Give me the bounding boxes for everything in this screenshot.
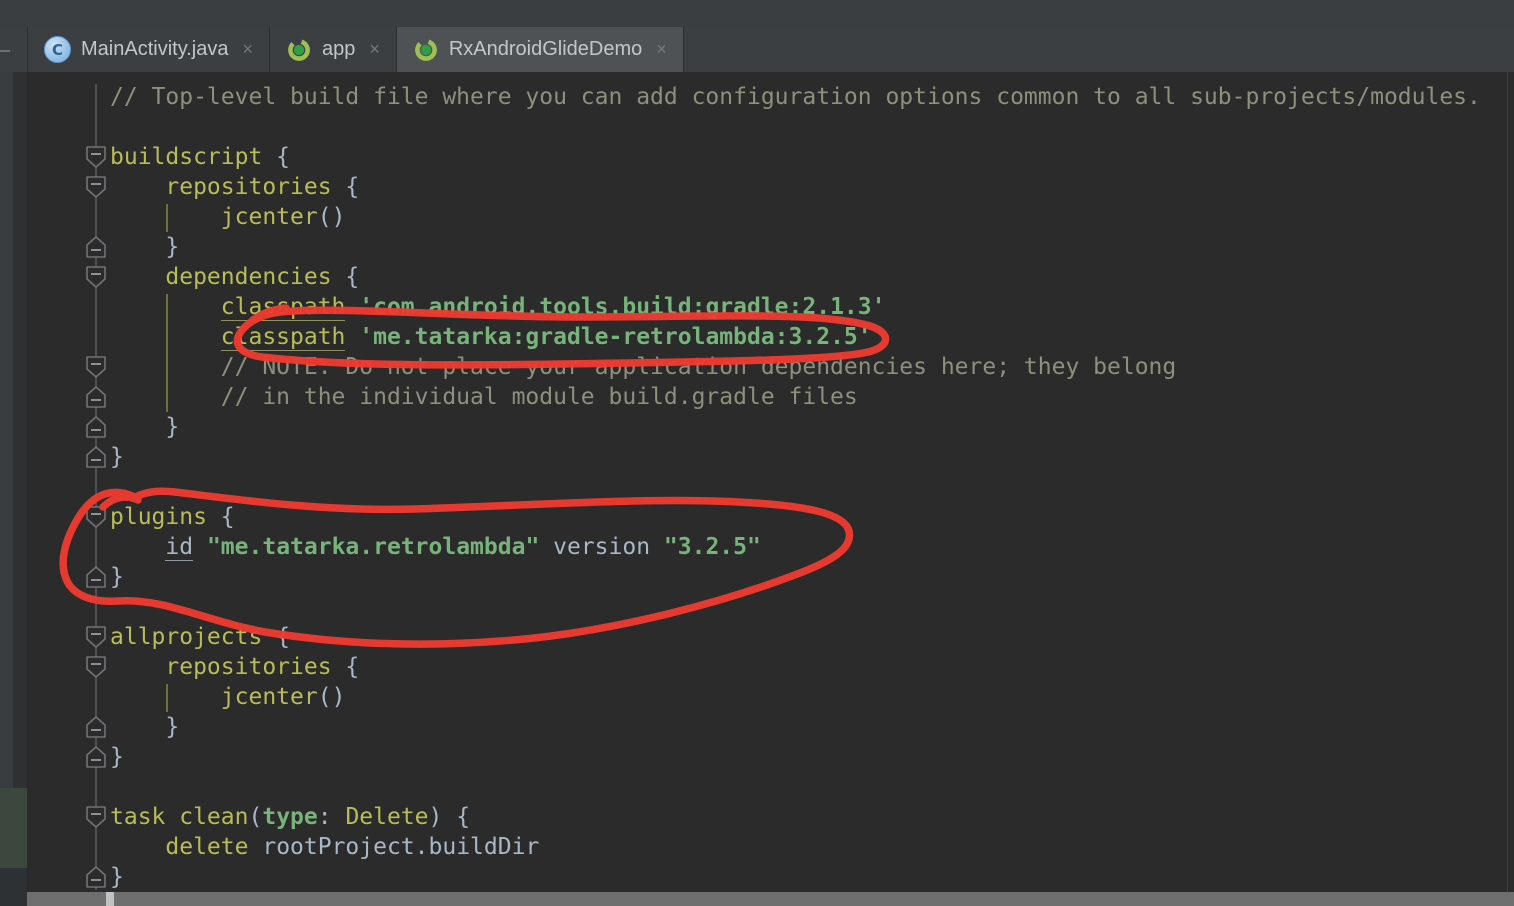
code-line[interactable]: buildscript {	[110, 142, 290, 172]
scrollbar-track-edge	[1507, 72, 1508, 892]
code-token: }	[110, 564, 124, 590]
code-token: jcenter	[110, 204, 318, 230]
code-line[interactable]: // NOTE: Do not place your application d…	[110, 352, 1176, 382]
code-line[interactable]: classpath 'com.android.tools.build:gradl…	[110, 292, 885, 322]
side-panel-bottom	[0, 868, 27, 906]
ide-window: ← CMainActivity.java×app×RxAndroidGlideD…	[0, 0, 1514, 906]
code-token: repositories	[110, 654, 332, 680]
editor-tab-bar: ← CMainActivity.java×app×RxAndroidGlideD…	[0, 27, 1514, 74]
code-token: // Top-level build file where you can ad…	[110, 84, 1481, 110]
tab-close-icon[interactable]: ×	[369, 39, 380, 60]
tab-label: MainActivity.java	[81, 38, 229, 60]
code-token: dependencies	[110, 264, 332, 290]
code-token: type	[262, 804, 318, 830]
scroll-left-arrow-icon: ←	[0, 34, 15, 62]
editor-tab-rxandroidglidedemo[interactable]: RxAndroidGlideDemo ×	[396, 27, 684, 72]
tab-close-icon[interactable]: ×	[656, 39, 667, 60]
code-line[interactable]: // Top-level build file where you can ad…	[110, 82, 1481, 112]
window-top-bar	[0, 0, 1514, 27]
code-line[interactable]: plugins {	[110, 502, 235, 532]
code-token: // in the individual module build.gradle…	[110, 384, 858, 410]
code-token: {	[331, 174, 360, 200]
code-line[interactable]: delete rootProject.buildDir	[110, 832, 539, 862]
gradle-icon	[288, 38, 310, 61]
gradle-icon	[414, 38, 437, 61]
code-line[interactable]: classpath 'me.tatarka:gradle-retrolambda…	[110, 322, 872, 352]
scrollbar-thumb[interactable]	[106, 892, 114, 906]
code-token: ()	[317, 204, 346, 230]
code-editor[interactable]: // Top-level build file where you can ad…	[27, 72, 1514, 892]
code-token: }	[110, 744, 124, 770]
code-token: allprojects	[110, 624, 263, 650]
java-class-icon: C	[44, 36, 71, 63]
code-line[interactable]: }	[110, 712, 179, 742]
code-token: {	[331, 264, 360, 290]
code-area[interactable]: // Top-level build file where you can ad…	[27, 72, 1514, 892]
code-line[interactable]: // in the individual module build.gradle…	[110, 382, 858, 412]
code-token: plugins	[110, 504, 207, 530]
side-panel-edge: st)	[0, 72, 27, 906]
code-token: {	[331, 654, 360, 680]
tab-label: RxAndroidGlideDemo	[448, 38, 643, 60]
code-token: }	[110, 864, 124, 890]
code-token: "me.tatarka.retrolambda"	[206, 534, 540, 560]
code-token: }	[110, 414, 180, 440]
code-token: task clean	[110, 804, 249, 830]
code-line[interactable]: }	[110, 442, 124, 472]
code-line[interactable]: jcenter()	[110, 682, 346, 712]
code-token: 'com.android.tools.build:gradle:2.1.3'	[359, 294, 886, 320]
code-token: rootProject.buildDir	[262, 834, 540, 860]
code-token: "3.2.5"	[663, 534, 761, 560]
code-line[interactable]: }	[110, 562, 124, 592]
code-token: classpath	[220, 324, 346, 351]
code-token: :	[317, 804, 346, 830]
code-token: Delete	[345, 804, 429, 830]
code-token: version	[539, 534, 664, 560]
code-token: // NOTE: Do not place your application d…	[110, 354, 1177, 380]
code-token: }	[110, 234, 180, 260]
code-token: jcenter	[110, 684, 318, 710]
code-token: ()	[317, 684, 346, 710]
code-token: }	[110, 714, 180, 740]
code-token: ) {	[428, 804, 471, 830]
code-line[interactable]: allprojects {	[110, 622, 290, 652]
code-line[interactable]: repositories {	[110, 172, 359, 202]
code-line[interactable]: }	[110, 232, 179, 262]
tab-label: app	[321, 38, 356, 60]
code-token: {	[262, 624, 291, 650]
horizontal-scrollbar[interactable]	[27, 892, 1514, 906]
code-token: delete	[110, 834, 249, 860]
tab-close-icon[interactable]: ×	[242, 39, 253, 60]
code-token: }	[110, 444, 124, 470]
code-line[interactable]: jcenter()	[110, 202, 346, 232]
code-line[interactable]: id "me.tatarka.retrolambda" version "3.2…	[110, 532, 761, 562]
code-line[interactable]: }	[110, 742, 124, 772]
editor-tab-app[interactable]: app ×	[269, 27, 397, 72]
code-token: id	[165, 534, 194, 561]
code-token: 'me.tatarka:gradle-retrolambda:3.2.5'	[359, 324, 872, 350]
code-line[interactable]: dependencies {	[110, 262, 359, 292]
tab-scroll-left-button[interactable]: ←	[0, 27, 28, 72]
side-panel-selected-row: st)	[0, 788, 27, 868]
code-line[interactable]: task clean(type: Delete) {	[110, 802, 470, 832]
side-panel-edge-highlight	[0, 72, 13, 906]
editor-tab-mainactivity-java[interactable]: C MainActivity.java ×	[28, 27, 270, 72]
code-token: repositories	[110, 174, 332, 200]
code-token: classpath	[220, 294, 346, 321]
code-line[interactable]: }	[110, 862, 124, 892]
code-token: buildscript	[110, 144, 263, 170]
tabs-container: C MainActivity.java × app × RxAndroidGlideDem…	[28, 27, 684, 72]
code-line[interactable]: }	[110, 412, 179, 442]
code-token: {	[206, 504, 235, 530]
code-token: (	[248, 804, 263, 830]
code-token: {	[262, 144, 291, 170]
code-line[interactable]: repositories {	[110, 652, 359, 682]
